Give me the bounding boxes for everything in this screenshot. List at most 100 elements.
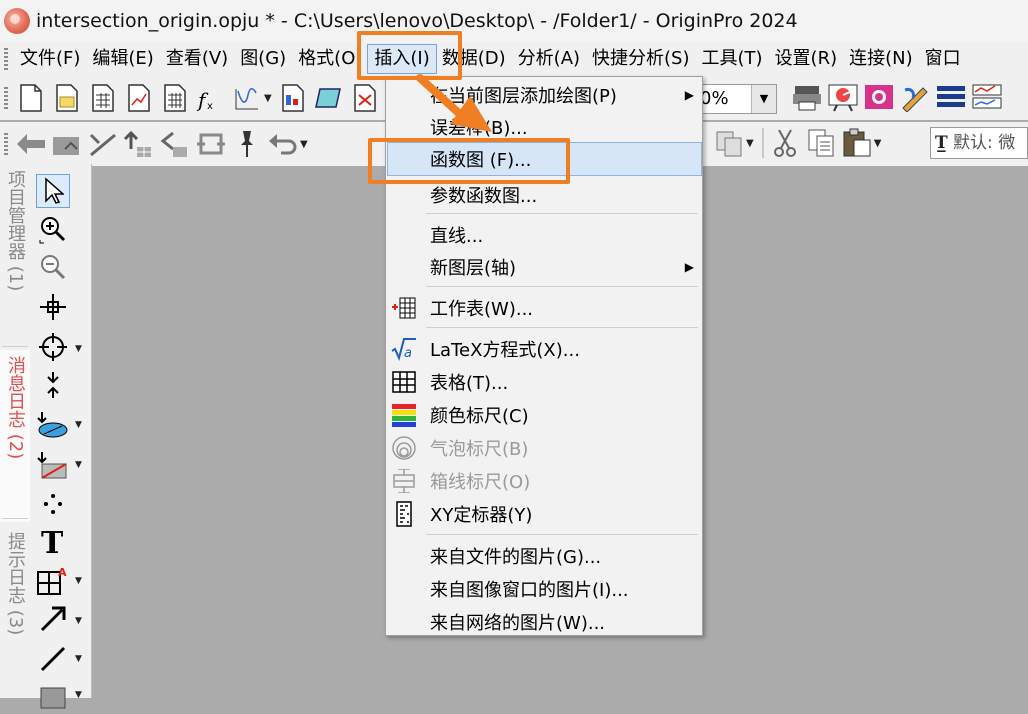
add-text-to-axis-tool-icon[interactable]: A xyxy=(36,564,70,598)
font-icon: T̲ xyxy=(935,133,948,153)
layer-management-icon[interactable] xyxy=(934,80,968,114)
draw-data-tool-icon[interactable] xyxy=(36,486,70,520)
folder-up-icon[interactable] xyxy=(50,127,84,161)
submenu-arrow-icon: ▶ xyxy=(684,88,694,102)
print-icon[interactable] xyxy=(790,80,824,114)
menu-item-label: 在当前图层添加绘图(P) xyxy=(430,86,617,107)
arrange-icon[interactable] xyxy=(86,127,120,161)
svg-text:x: x xyxy=(207,101,213,112)
menu-item-image-from-file[interactable]: 来自文件的图片(G)... xyxy=(386,540,702,572)
arrow-tool-icon[interactable] xyxy=(36,602,70,636)
rectangle-dropdown-icon[interactable]: ▼ xyxy=(75,690,82,700)
new-excel-icon[interactable] xyxy=(348,81,382,115)
new-layout-icon[interactable] xyxy=(276,81,310,115)
zoom-in-tool-icon[interactable] xyxy=(36,212,70,246)
menu-file[interactable]: 文件(F) xyxy=(14,45,86,73)
menu-item-box-scale[interactable]: 箱线标尺(O) xyxy=(386,465,702,497)
merge-graphs-icon[interactable] xyxy=(970,80,1004,114)
menu-settings[interactable]: 设置(R) xyxy=(769,45,844,73)
menu-graph[interactable]: 图(G) xyxy=(234,45,292,73)
menu-item-image-from-web[interactable]: 来自网络的图片(W)... xyxy=(386,606,702,638)
menu-item-label: LaTeX方程式(X)... xyxy=(430,340,580,361)
submenu-arrow-icon: ▶ xyxy=(684,260,694,274)
arrow-dropdown-icon[interactable]: ▼ xyxy=(75,616,82,626)
regional-mask-dropdown-icon[interactable]: ▼ xyxy=(75,420,82,430)
slideshow-icon[interactable] xyxy=(826,80,860,114)
menu-analysis[interactable]: 分析(A) xyxy=(512,45,586,73)
menu-tools[interactable]: 工具(T) xyxy=(696,45,769,73)
menu-item-color-scale[interactable]: 颜色标尺(C) xyxy=(386,399,702,431)
refresh-icon[interactable] xyxy=(194,127,228,161)
duplicate-icon[interactable] xyxy=(712,126,746,160)
move-left-icon[interactable] xyxy=(14,127,48,161)
pin-icon[interactable] xyxy=(230,127,264,161)
export-ppt-icon[interactable] xyxy=(862,80,896,114)
menu-item-add-plot-to-layer[interactable]: 在当前图层添加绘图(P) ▶ xyxy=(386,79,702,111)
menu-edit[interactable]: 编辑(E) xyxy=(86,45,159,73)
menu-item-label: 参数函数图... xyxy=(430,186,538,207)
data-reader-tool-icon[interactable] xyxy=(36,330,70,364)
zoom-combobox[interactable]: 0% ▼ xyxy=(697,84,777,114)
zoom-out-tool-icon[interactable] xyxy=(36,250,70,284)
line-tool-icon[interactable] xyxy=(36,642,70,676)
insert-worksheet-icon xyxy=(391,295,417,321)
pointer-tool-icon[interactable] xyxy=(36,174,70,208)
menu-connect[interactable]: 连接(N) xyxy=(843,45,919,73)
window-title: intersection_origin.opju * - C:\Users\le… xyxy=(36,10,798,32)
cut-icon[interactable] xyxy=(768,126,802,160)
screen-reader-tool-icon[interactable] xyxy=(36,290,70,324)
bubble-scale-icon xyxy=(391,435,417,461)
copy-icon[interactable] xyxy=(804,126,838,160)
add-text-dropdown-icon[interactable]: ▼ xyxy=(75,576,82,586)
undo-icon[interactable] xyxy=(266,127,300,161)
new-function-icon[interactable]: fx xyxy=(194,81,228,115)
zoom-value: 0% xyxy=(700,88,729,109)
menu-item-label: XY定标器(Y) xyxy=(430,505,533,526)
add-column-icon[interactable] xyxy=(122,127,156,161)
menu-item-table[interactable]: 表格(T)... xyxy=(386,366,702,398)
zoom-dropdown-icon[interactable]: ▼ xyxy=(751,85,776,113)
duplicate-dropdown-icon[interactable]: ▼ xyxy=(746,138,754,149)
paste-icon[interactable] xyxy=(840,126,874,160)
menu-window[interactable]: 窗口 xyxy=(919,45,967,73)
font-combobox[interactable]: T̲ 默认: 微 xyxy=(930,127,1028,159)
undo-dropdown-icon[interactable]: ▼ xyxy=(300,139,308,150)
tab-project-explorer[interactable]: 项目管理器 (1) xyxy=(0,164,30,350)
menu-item-latex-equation[interactable]: a LaTeX方程式(X)... xyxy=(386,333,702,365)
svg-text:T: T xyxy=(41,526,64,556)
menu-item-new-layer-axes[interactable]: 新图层(轴) ▶ xyxy=(386,251,702,283)
tab-messages-log[interactable]: 消息日志 (2) xyxy=(0,350,30,522)
menu-item-worksheet[interactable]: 工作表(W)... xyxy=(386,292,702,324)
menu-item-bubble-scale[interactable]: 气泡标尺(B) xyxy=(386,432,702,464)
menu-view[interactable]: 查看(V) xyxy=(160,45,234,73)
tab-divider xyxy=(2,518,28,519)
menu-separator xyxy=(426,213,698,214)
mask-points-tool-icon[interactable] xyxy=(36,448,70,482)
text-tool-icon[interactable]: T xyxy=(36,524,70,558)
plot-template-icon[interactable] xyxy=(230,81,264,115)
color-editor-icon[interactable] xyxy=(898,80,932,114)
new-notes-icon[interactable] xyxy=(312,81,346,115)
rectangle-tool-icon[interactable] xyxy=(36,680,70,714)
menu-item-image-from-image-window[interactable]: 来自图像窗口的图片(I)... xyxy=(386,573,702,605)
tab-smart-hint-log[interactable]: 提示日志 (3) xyxy=(0,526,30,704)
new-folder-icon[interactable] xyxy=(50,81,84,115)
line-dropdown-icon[interactable]: ▼ xyxy=(75,654,82,664)
menu-item-straight-line[interactable]: 直线... xyxy=(386,219,702,251)
menu-item-label: 表格(T)... xyxy=(430,373,509,394)
plot-template-dropdown-icon[interactable]: ▼ xyxy=(264,93,272,104)
new-workbook-icon[interactable] xyxy=(86,81,120,115)
data-reader-dropdown-icon[interactable]: ▼ xyxy=(75,344,82,354)
menu-item-xy-scale[interactable]: XY定标器(Y) xyxy=(386,498,702,530)
menu-quick-analysis[interactable]: 快捷分析(S) xyxy=(586,45,695,73)
menu-bar: 文件(F) 编辑(E) 查看(V) 图(G) 格式(O) 插入(I) 数据(D)… xyxy=(0,42,1028,76)
color-scale-icon xyxy=(391,402,417,428)
regional-mask-tool-icon[interactable] xyxy=(36,408,70,442)
new-project-icon[interactable] xyxy=(14,81,48,115)
new-graph-icon[interactable] xyxy=(122,81,156,115)
add-row-icon[interactable] xyxy=(158,127,192,161)
data-selector-tool-icon[interactable] xyxy=(36,368,70,402)
paste-dropdown-icon[interactable]: ▼ xyxy=(874,138,882,149)
mask-points-dropdown-icon[interactable]: ▼ xyxy=(75,460,82,470)
new-matrix-icon[interactable] xyxy=(158,81,192,115)
